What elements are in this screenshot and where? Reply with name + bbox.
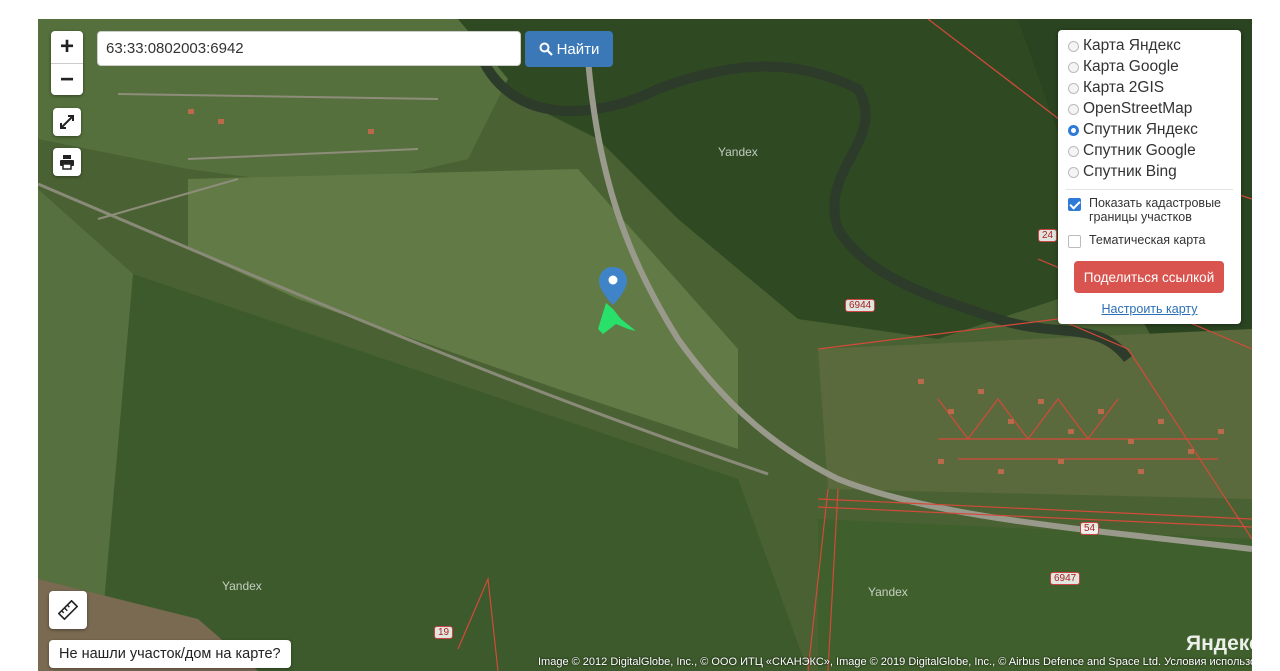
radio-icon — [1068, 61, 1079, 73]
search-icon — [539, 42, 553, 56]
find-button[interactable]: Найти — [525, 31, 613, 67]
map-watermark: Yandex — [868, 585, 908, 599]
zoom-out-button[interactable]: − — [51, 64, 83, 96]
parcel-label: 24 — [1038, 229, 1058, 242]
option-cadastral-borders[interactable]: Показать кадастровые границы участков — [1068, 196, 1228, 224]
layer-option-bing-satellite[interactable]: Спутник Bing — [1068, 162, 1177, 182]
cadastral-search-input[interactable] — [97, 31, 521, 66]
layer-option-yandex-satellite[interactable]: Спутник Яндекс — [1068, 120, 1198, 140]
layer-option-osm[interactable]: OpenStreetMap — [1068, 99, 1192, 119]
parcel-label: 6947 — [1050, 572, 1081, 585]
expand-icon — [60, 115, 74, 129]
configure-map-link[interactable]: Настроить карту — [1058, 302, 1241, 316]
print-button[interactable] — [53, 148, 81, 176]
fullscreen-button[interactable] — [53, 108, 81, 136]
checkbox-icon — [1068, 235, 1081, 248]
layer-option-2gis-map[interactable]: Карта 2GIS — [1068, 78, 1164, 98]
divider — [1066, 189, 1233, 190]
radio-icon — [1068, 82, 1079, 94]
map-attribution: Image © 2012 DigitalGlobe, Inc., © ООО И… — [538, 656, 1252, 668]
radio-icon — [1068, 145, 1079, 157]
zoom-in-button[interactable]: + — [51, 31, 83, 64]
layer-option-google-satellite[interactable]: Спутник Google — [1068, 141, 1196, 161]
zoom-control: + − — [51, 31, 83, 95]
ruler-button[interactable] — [49, 591, 87, 629]
parcel-label: 6944 — [845, 299, 876, 312]
option-thematic-map[interactable]: Тематическая карта — [1068, 233, 1205, 248]
layer-option-google-map[interactable]: Карта Google — [1068, 57, 1179, 77]
radio-icon — [1068, 103, 1079, 115]
yandex-logo: Яндекс — [1186, 632, 1252, 655]
radio-icon — [1068, 166, 1079, 178]
parcel-label: 19 — [434, 626, 454, 639]
radio-icon — [1068, 40, 1079, 52]
find-button-label: Найти — [556, 40, 600, 58]
layer-switcher-panel: Карта Яндекс Карта Google Карта 2GIS Ope… — [1058, 30, 1241, 324]
not-found-button[interactable]: Не нашли участок/дом на карте? — [49, 640, 291, 668]
map-watermark: Yandex — [222, 579, 262, 593]
radio-selected-icon — [1068, 124, 1079, 136]
printer-icon — [60, 155, 74, 170]
checkbox-checked-icon — [1068, 198, 1081, 211]
share-link-button[interactable]: Поделиться ссылкой — [1074, 261, 1224, 293]
map-view[interactable]: Yandex Yandex Yandex 6944 6947 54 19 24 … — [38, 19, 1252, 671]
parcel-label: 54 — [1080, 522, 1100, 535]
map-watermark: Yandex — [718, 145, 758, 159]
layer-option-yandex-map[interactable]: Карта Яндекс — [1068, 36, 1181, 56]
ruler-icon — [58, 600, 78, 620]
